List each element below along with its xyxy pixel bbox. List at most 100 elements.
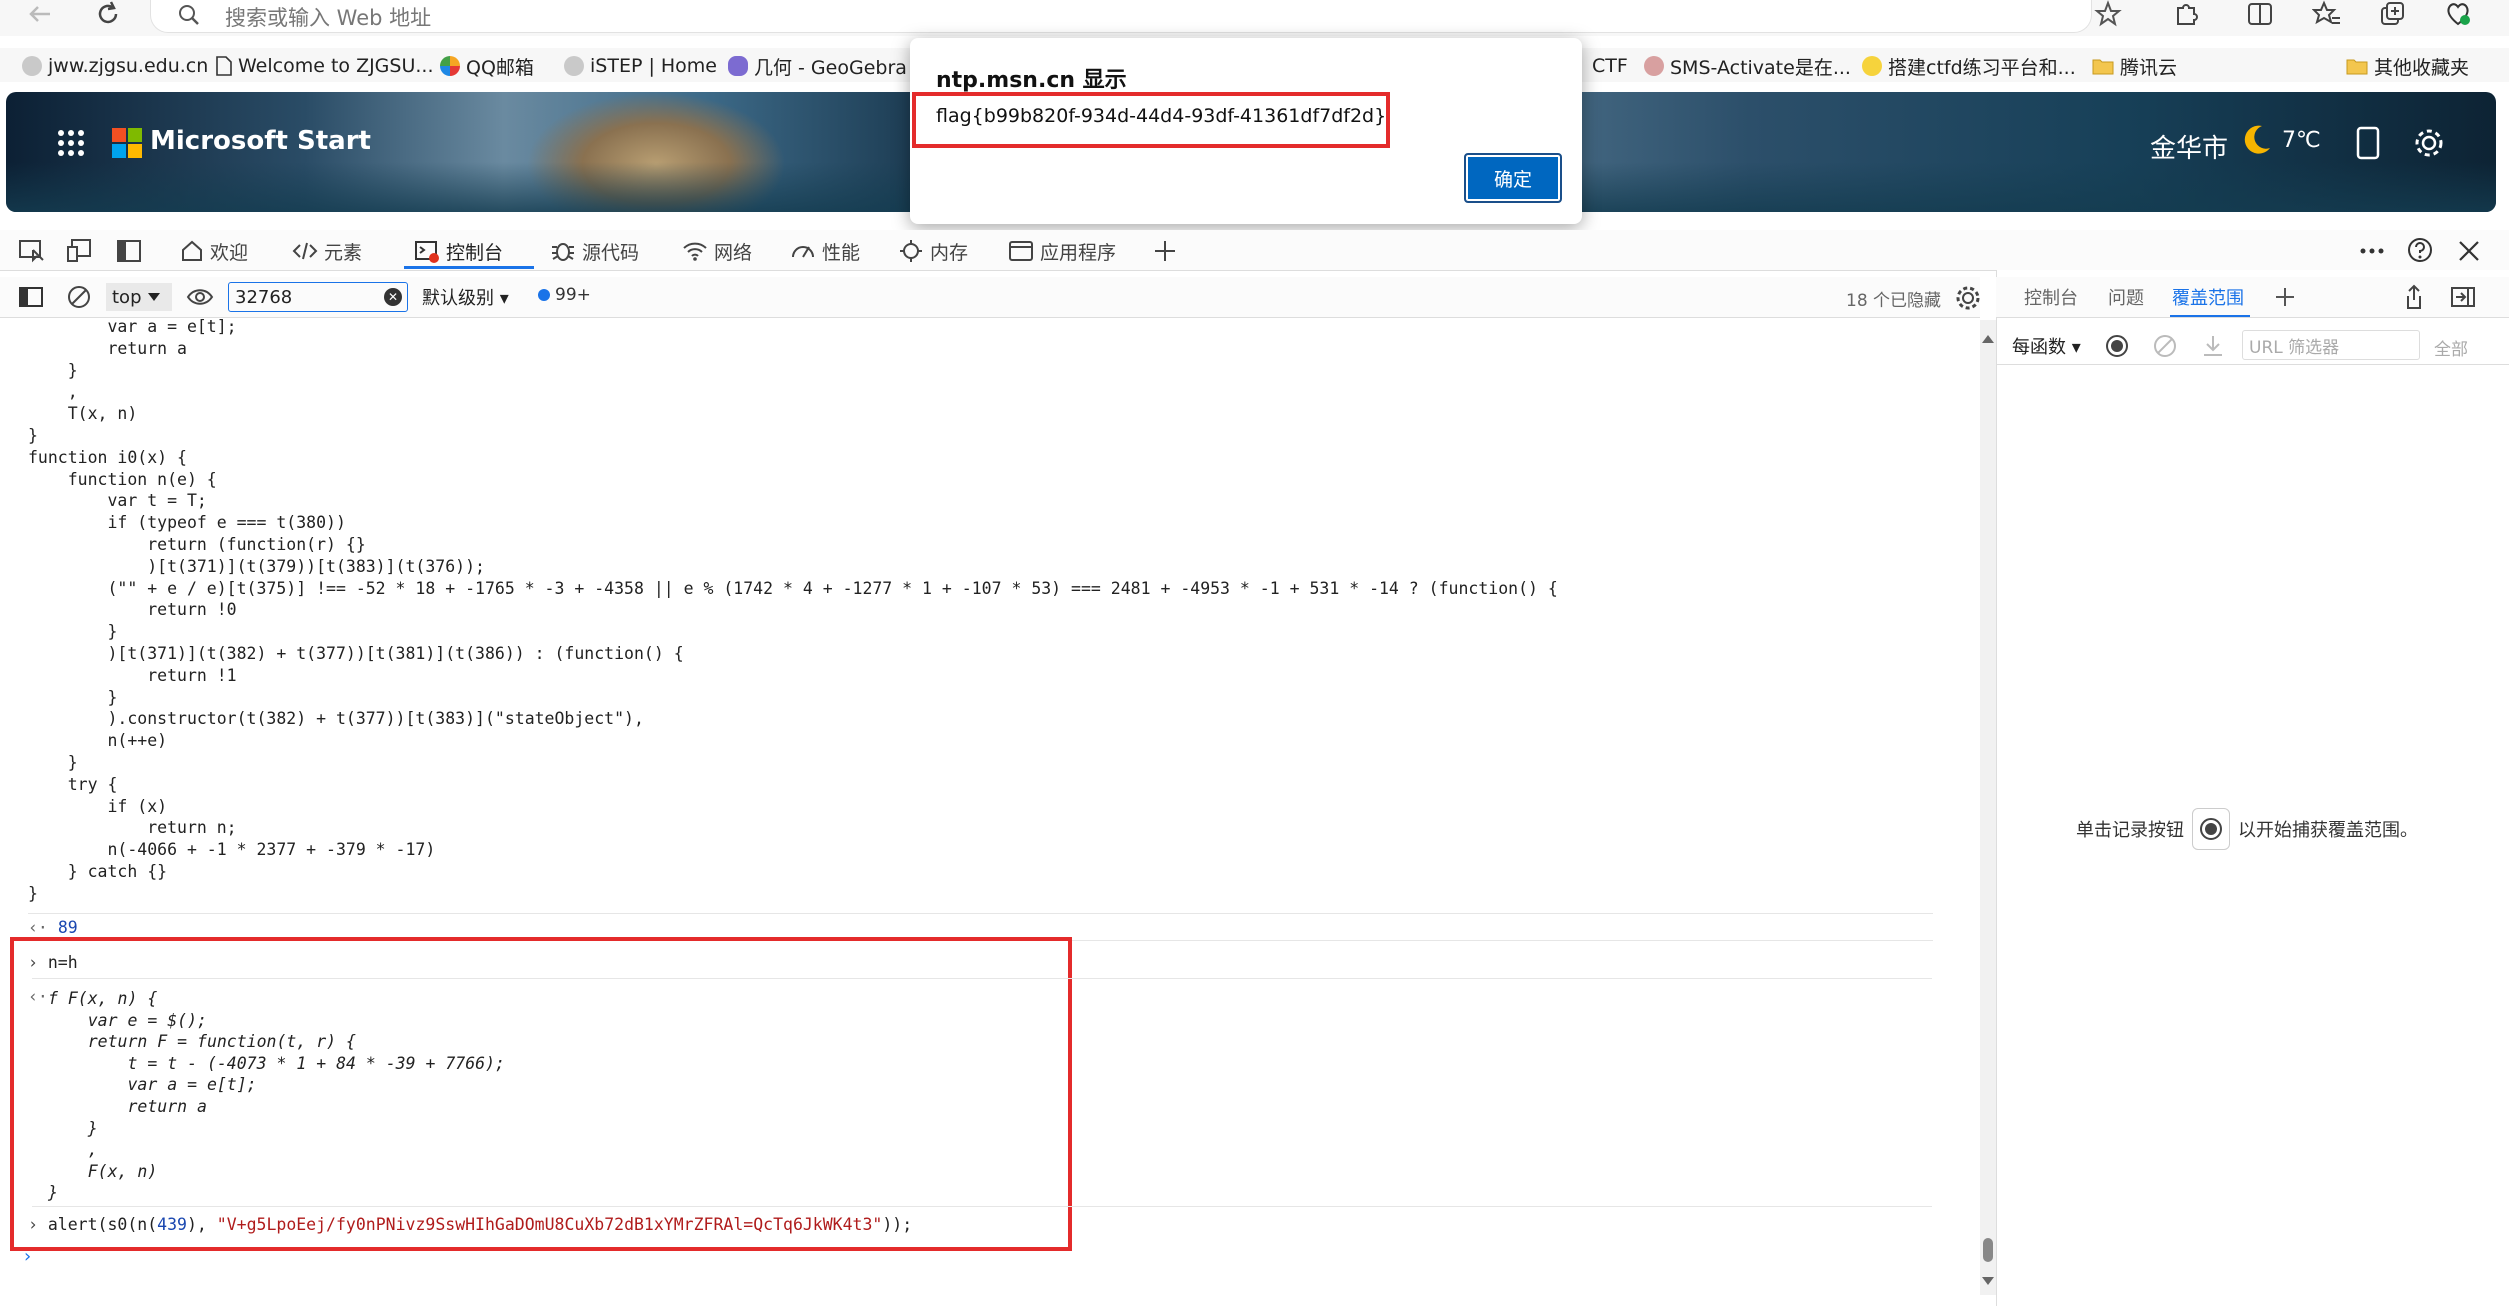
code-line: return a xyxy=(28,338,187,358)
refresh-icon[interactable] xyxy=(94,0,122,28)
tab-application[interactable]: 应用程序 xyxy=(1008,236,1116,266)
bookmark-tencent[interactable]: 腾讯云 xyxy=(2092,52,2177,80)
code-line: try { xyxy=(28,774,118,794)
log-levels-dropdown[interactable]: 默认级别 ▾ xyxy=(422,284,509,310)
drawer-tab-coverage[interactable]: 覆盖范围 xyxy=(2172,284,2244,310)
split-screen-icon[interactable] xyxy=(2246,0,2274,28)
function-line: var a = e[t]; xyxy=(48,1075,257,1095)
scrollbar-thumb[interactable] xyxy=(1983,1238,1993,1262)
msn-title[interactable]: Microsoft Start xyxy=(150,126,371,156)
per-function-dropdown[interactable]: 每函数 ▾ xyxy=(2012,333,2081,359)
console-filter-input[interactable]: 32768 xyxy=(228,282,408,312)
drawer-panel xyxy=(1996,270,2509,1306)
drawer-add-tab-icon[interactable] xyxy=(2274,286,2296,308)
gauge-icon xyxy=(790,239,816,263)
levels-label: 默认级别 xyxy=(422,288,494,309)
tab-console[interactable]: 控制台 xyxy=(414,236,503,266)
drawer-tab-issues[interactable]: 问题 xyxy=(2108,284,2144,310)
console-prompt[interactable]: › xyxy=(22,1246,33,1267)
tab-network[interactable]: 网络 xyxy=(682,236,752,266)
url-filter-input[interactable]: URL 筛选器 xyxy=(2242,330,2420,360)
phone-icon[interactable] xyxy=(2356,126,2380,160)
extensions-icon[interactable] xyxy=(2172,0,2200,28)
per-function-label: 每函数 xyxy=(2012,337,2066,358)
scroll-down-arrow-icon[interactable] xyxy=(1982,1276,1994,1286)
devtools-tab-bar xyxy=(0,230,2509,271)
drawer-close-icon[interactable] xyxy=(2450,286,2476,308)
flag-highlight-box xyxy=(912,92,1390,148)
collections-icon[interactable] xyxy=(2378,0,2406,28)
input-1-text: n=h xyxy=(47,953,78,972)
scroll-up-arrow-icon[interactable] xyxy=(1982,334,1994,344)
code-line: } xyxy=(28,622,118,642)
close-devtools-icon[interactable] xyxy=(2456,238,2482,264)
memory-chip-icon xyxy=(898,239,924,263)
code-line: n(-4066 + -1 * 2377 + -379 * -17) xyxy=(28,840,436,860)
context-selector[interactable]: top xyxy=(106,283,172,311)
alert-prefix: alert(s0(n( xyxy=(47,1215,158,1234)
bug-icon xyxy=(550,239,576,263)
drawer-dock-icon[interactable] xyxy=(2402,284,2426,310)
tab-welcome[interactable]: 欢迎 xyxy=(180,236,248,266)
tab-sources[interactable]: 源代码 xyxy=(550,236,639,266)
tab-elements[interactable]: 元素 xyxy=(292,236,362,266)
message-count-badge[interactable]: 99+ xyxy=(537,285,591,305)
hint-text-before: 单击记录按钮 xyxy=(2076,820,2184,841)
sidebar-toggle-icon[interactable] xyxy=(18,286,44,308)
add-tab-plus-icon[interactable] xyxy=(1152,238,1178,264)
address-placeholder: 搜索或输入 Web 地址 xyxy=(225,6,432,30)
coverage-type-all[interactable]: 全部 xyxy=(2434,335,2468,360)
output-arrow: ‹· xyxy=(28,987,48,1006)
bookmark-ctfd[interactable]: 搭建ctfd练习平台和... xyxy=(1862,52,2076,80)
bookmark-jww[interactable]: jww.zjgsu.edu.cn xyxy=(22,52,208,80)
drawer-tab-console[interactable]: 控制台 xyxy=(2024,284,2078,310)
favorites-icon[interactable] xyxy=(2312,0,2342,28)
dialog-ok-button[interactable]: 确定 xyxy=(1464,153,1562,203)
address-bar[interactable] xyxy=(150,0,2092,33)
tab-memory[interactable]: 内存 xyxy=(898,236,968,266)
dock-side-icon[interactable] xyxy=(116,238,142,264)
function-line: F(x, n) xyxy=(48,1161,158,1181)
favorite-star-icon[interactable] xyxy=(2094,0,2122,28)
bookmark-qqmail[interactable]: QQ邮箱 xyxy=(440,52,534,80)
bookmark-ctf[interactable]: CTF xyxy=(1592,52,1628,80)
browser-essentials-icon[interactable] xyxy=(2444,0,2472,28)
function-line: , xyxy=(48,1140,98,1160)
input-row-1: › n=h xyxy=(28,953,78,972)
clear-coverage-icon[interactable] xyxy=(2152,333,2178,359)
code-line: n(++e) xyxy=(28,731,168,751)
device-emulation-icon[interactable] xyxy=(66,238,94,264)
clear-filter-icon[interactable]: ✕ xyxy=(384,288,402,306)
dialog-title: ntp.msn.cn 显示 xyxy=(936,68,1127,93)
help-icon[interactable] xyxy=(2406,236,2434,264)
inspect-element-icon[interactable] xyxy=(18,238,46,264)
bookmark-geogebra[interactable]: 几何 - GeoGebra xyxy=(728,52,907,80)
export-download-icon[interactable] xyxy=(2200,333,2226,359)
console-separator xyxy=(32,1206,1932,1207)
settings-gear-icon[interactable] xyxy=(2412,126,2446,160)
chevron-down-icon: ▾ xyxy=(499,288,509,309)
console-settings-icon[interactable] xyxy=(1954,284,1982,312)
apps-grid-icon[interactable] xyxy=(56,128,86,158)
back-icon[interactable] xyxy=(26,2,56,26)
more-options-icon[interactable] xyxy=(2358,238,2386,264)
weather-temperature[interactable]: 7℃ xyxy=(2282,128,2321,153)
clear-console-icon[interactable] xyxy=(66,284,92,310)
bookmark-other[interactable]: 其他收藏夹 xyxy=(2346,52,2469,80)
bookmark-zjgsu[interactable]: Welcome to ZJGSU... xyxy=(216,52,434,80)
live-expression-eye-icon[interactable] xyxy=(186,286,214,308)
weather-city[interactable]: 金华市 xyxy=(2150,128,2228,165)
code-line: } xyxy=(28,883,38,903)
code-line: if (x) xyxy=(28,796,168,816)
code-line: return n; xyxy=(28,818,237,838)
tab-performance[interactable]: 性能 xyxy=(790,236,860,266)
function-line: return a xyxy=(48,1097,207,1116)
bookmark-sms[interactable]: SMS-Activate是在... xyxy=(1644,52,1851,80)
site-icon xyxy=(1644,56,1664,76)
code-line: var t = T; xyxy=(28,491,207,511)
message-bubble-icon xyxy=(537,288,551,302)
hint-record-button[interactable] xyxy=(2192,808,2230,850)
record-icon[interactable] xyxy=(2104,333,2130,359)
bookmark-istep[interactable]: iSTEP | Home xyxy=(564,52,717,80)
console-scrollbar[interactable] xyxy=(1980,320,1996,1295)
